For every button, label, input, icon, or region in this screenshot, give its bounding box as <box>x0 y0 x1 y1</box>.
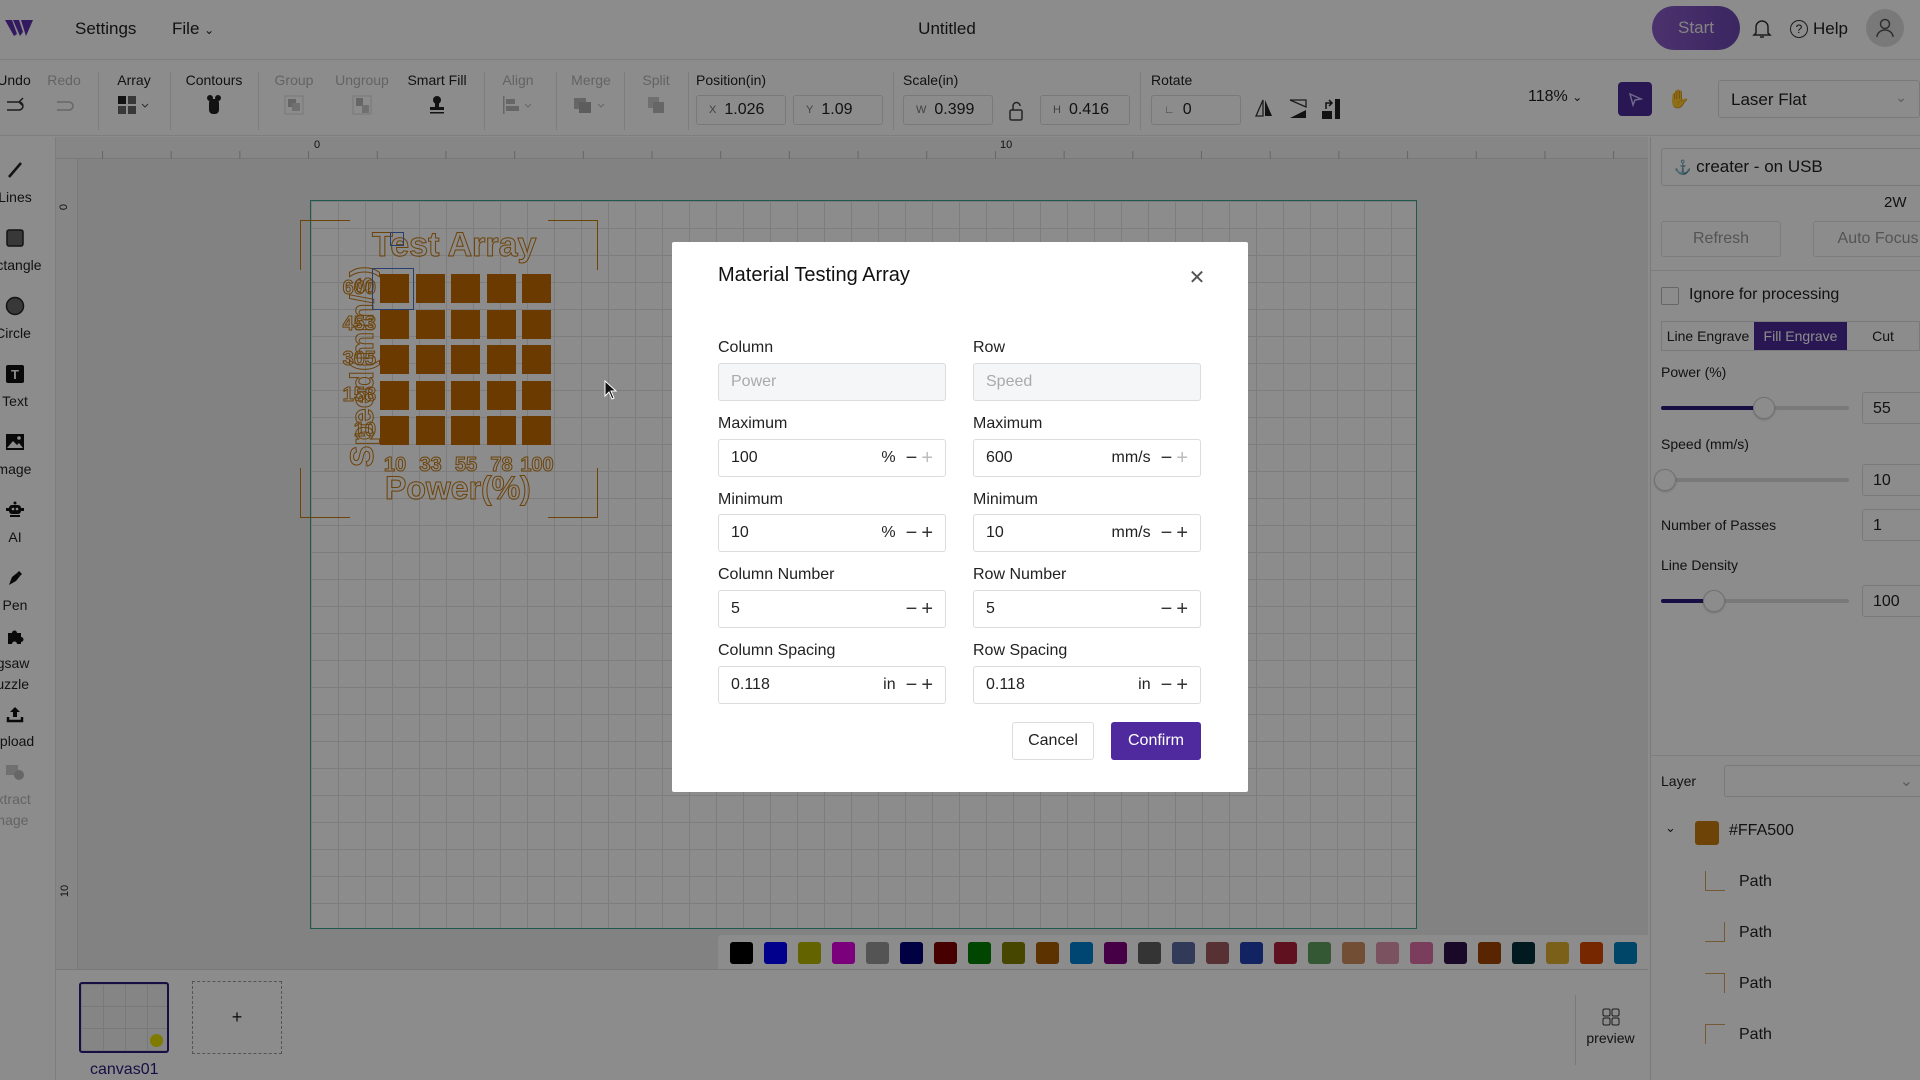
input-value: 100 <box>731 449 758 466</box>
row-spacing-label: Row Spacing <box>973 642 1068 659</box>
minus-button[interactable]: − <box>906 522 918 545</box>
minus-button[interactable]: − <box>1161 674 1173 697</box>
column-placeholder: Power <box>731 373 777 390</box>
plus-button[interactable]: + <box>1176 447 1188 470</box>
column-maximum-label: Maximum <box>718 415 788 432</box>
plus-button[interactable]: + <box>921 674 933 697</box>
input-value: 5 <box>986 600 995 617</box>
material-testing-array-dialog: Material Testing Array ✕ Column Power Ro… <box>672 242 1248 792</box>
row-number-input[interactable]: 5 − + <box>973 590 1201 628</box>
column-number-label: Column Number <box>718 566 835 583</box>
column-label: Column <box>718 339 774 356</box>
column-spacing-input[interactable]: 0.118 in − + <box>718 666 946 704</box>
column-spacing-label: Column Spacing <box>718 642 836 659</box>
unit-label: % <box>881 524 896 541</box>
input-value: 0.118 <box>986 676 1025 693</box>
minus-button[interactable]: − <box>1161 598 1173 621</box>
plus-button[interactable]: + <box>1176 598 1188 621</box>
unit-label: % <box>881 449 896 466</box>
row-minimum-input[interactable]: 10 mm/s − + <box>973 514 1201 552</box>
unit-label: in <box>1138 676 1151 693</box>
plus-button[interactable]: + <box>921 522 933 545</box>
column-maximum-input[interactable]: 100% − + <box>718 439 946 477</box>
unit-label: mm/s <box>1111 449 1151 466</box>
column-minimum-input[interactable]: 10% − + <box>718 514 946 552</box>
row-spacing-input[interactable]: 0.118 in − + <box>973 666 1201 704</box>
minus-button[interactable]: − <box>1161 522 1173 545</box>
cancel-button[interactable]: Cancel <box>1012 722 1094 760</box>
input-value: 5 <box>731 600 740 617</box>
row-maximum-label: Maximum <box>973 415 1043 432</box>
column-minimum-label: Minimum <box>718 491 783 508</box>
row-label: Row <box>973 339 1006 356</box>
minus-button[interactable]: − <box>906 674 918 697</box>
minus-button[interactable]: − <box>1161 447 1173 470</box>
input-value: 600 <box>986 449 1013 466</box>
dialog-title: Material Testing Array <box>718 264 910 286</box>
plus-button[interactable]: + <box>921 598 933 621</box>
input-value: 10 <box>986 524 1004 541</box>
row-number-label: Row Number <box>973 566 1067 583</box>
minus-button[interactable]: − <box>906 447 918 470</box>
close-icon[interactable]: ✕ <box>1186 266 1208 289</box>
row-param-input[interactable]: Speed <box>973 363 1201 401</box>
row-maximum-input[interactable]: 600 mm/s − + <box>973 439 1201 477</box>
column-param-input[interactable]: Power <box>718 363 946 401</box>
input-value: 0.118 <box>731 676 770 693</box>
unit-label: in <box>883 676 896 693</box>
column-number-input[interactable]: 5 − + <box>718 590 946 628</box>
plus-button[interactable]: + <box>921 447 933 470</box>
input-value: 10 <box>731 524 749 541</box>
unit-label: mm/s <box>1111 524 1151 541</box>
plus-button[interactable]: + <box>1176 674 1188 697</box>
row-placeholder: Speed <box>986 373 1033 390</box>
minus-button[interactable]: − <box>906 598 918 621</box>
mouse-cursor-icon <box>604 380 618 400</box>
confirm-button[interactable]: Confirm <box>1111 722 1201 760</box>
plus-button[interactable]: + <box>1176 522 1188 545</box>
row-minimum-label: Minimum <box>973 491 1038 508</box>
